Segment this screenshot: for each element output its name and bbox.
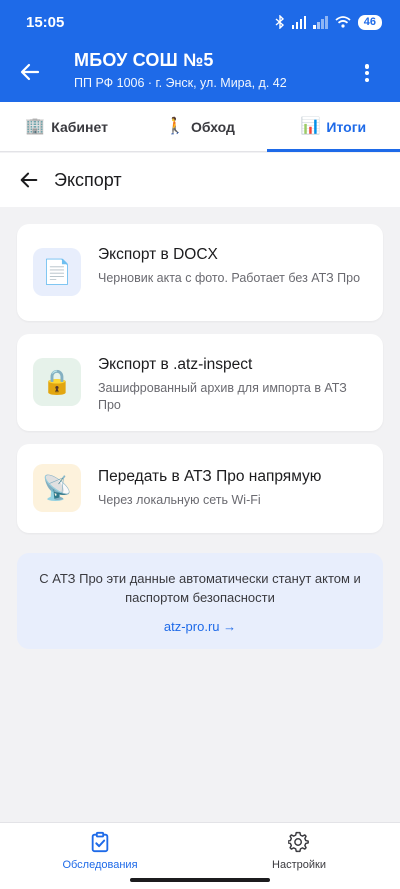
satellite-dish-icon: 📡 [33, 464, 81, 512]
page-back-arrow-icon[interactable] [18, 169, 40, 191]
tab-cabinet[interactable]: 🏢 Кабинет [0, 102, 133, 151]
signal-icon-2 [313, 15, 328, 29]
status-time: 15:05 [26, 13, 65, 31]
tab-label: Итоги [326, 118, 367, 135]
more-menu-icon[interactable] [364, 64, 370, 82]
tab-bar: 🏢 Кабинет 🚶 Обход 📊 Итоги [0, 102, 400, 152]
signal-icon [291, 15, 307, 29]
export-docx-card[interactable]: 📄 Экспорт в DOCX Черновик акта с фото. Р… [17, 224, 383, 321]
status-bar: 15:05 46 [0, 0, 400, 44]
title-block: МБОУ СОШ №5 ПП РФ 1006 · г. Энск, ул. Ми… [74, 50, 287, 90]
option-title: Экспорт в DOCX [98, 246, 218, 263]
nav-label: Обследования [62, 859, 138, 871]
status-icons: 46 [275, 14, 382, 30]
app-title: МБОУ СОШ №5 [74, 50, 214, 70]
info-panel: С АТЗ Про эти данные автоматически стану… [17, 553, 383, 649]
lock-icon: 🔒 [33, 358, 81, 406]
back-arrow-icon[interactable] [18, 60, 42, 84]
nav-label: Настройки [272, 859, 326, 871]
page-title: Экспорт [54, 169, 122, 190]
option-description: Через локальную сеть Wi-Fi [98, 493, 261, 507]
option-title: Экспорт в .atz-inspect [98, 356, 253, 373]
document-icon: 📄 [33, 248, 81, 296]
atz-pro-link[interactable]: atz-pro.ru → [164, 619, 236, 634]
bottom-navigation: Обследования Настройки [0, 822, 400, 889]
gear-icon [288, 831, 309, 853]
tab-results[interactable]: 📊 Итоги [266, 102, 400, 152]
walking-person-icon: 🚶 [165, 117, 185, 135]
option-description: Зашифрованный архив для импорта в АТЗ Пр… [98, 381, 347, 412]
building-icon: 🏢 [25, 117, 46, 135]
nav-settings[interactable]: Настройки [239, 831, 359, 871]
tab-walkthrough[interactable]: 🚶 Обход [133, 102, 266, 151]
bluetooth-icon [275, 15, 284, 29]
page-header: Экспорт [0, 153, 400, 207]
app-subtitle: ПП РФ 1006 · г. Энск, ул. Мира, д. 42 [74, 76, 287, 90]
bar-chart-icon: 📊 [300, 117, 321, 135]
option-title: Передать в АТЗ Про напрямую [98, 468, 322, 485]
transfer-direct-card[interactable]: 📡 Передать в АТЗ Про напрямую Через лока… [17, 444, 383, 533]
info-message: С АТЗ Про эти данные автоматически стану… [39, 571, 361, 605]
wifi-icon [335, 16, 351, 28]
title-bar: МБОУ СОШ №5 ПП РФ 1006 · г. Энск, ул. Ми… [0, 44, 400, 102]
battery-icon: 46 [357, 14, 382, 30]
tab-label: Кабинет [51, 118, 108, 135]
app-bar: 15:05 46 МБОУ СОШ №5 ПП РФ 1006 · г. Энс… [0, 0, 400, 102]
nav-surveys[interactable]: Обследования [40, 831, 160, 871]
tab-label: Обход [191, 118, 235, 135]
option-description: Черновик акта с фото. Работает без АТЗ П… [98, 271, 361, 285]
export-atz-inspect-card[interactable]: 🔒 Экспорт в .atz-inspect Зашифрованный а… [17, 334, 383, 431]
clipboard-check-icon [91, 831, 109, 853]
home-indicator[interactable] [130, 878, 270, 882]
